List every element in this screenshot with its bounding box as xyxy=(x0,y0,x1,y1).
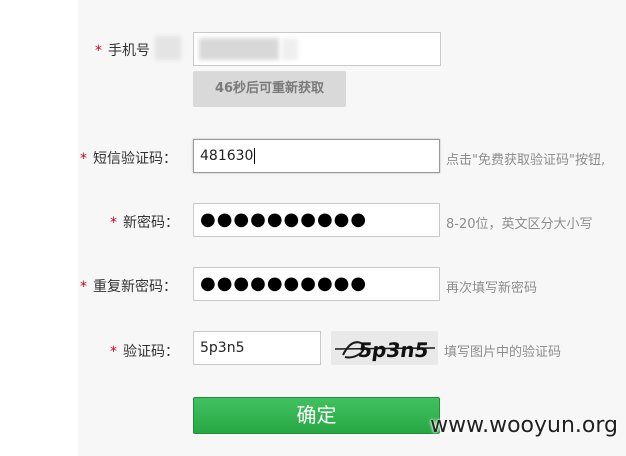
captcha-hint: 填写图片中的验证码 xyxy=(444,345,562,360)
required-star: * xyxy=(95,43,102,59)
left-margin xyxy=(0,0,78,456)
phone-redaction xyxy=(199,38,279,60)
phone-redaction-left xyxy=(155,36,181,60)
sms-code-input[interactable]: 481630 xyxy=(193,139,440,173)
sms-code-label: * 短信验证码： xyxy=(80,151,177,167)
sms-code-hint: 点击"免费获取验证码"按钮, xyxy=(446,153,606,168)
phone-redaction-tail xyxy=(282,38,298,60)
repeat-password-input[interactable]: ●●●●●●●●●● xyxy=(193,267,440,301)
confirm-button[interactable]: 确定 xyxy=(193,397,440,434)
password-reset-page: * 手机号 46秒后可重新获取 * 短信验证码： 481630 点击"免费获取验证码… xyxy=(0,0,626,456)
repeat-password-label: * 重复新密码： xyxy=(80,279,177,295)
repeat-password-hint: 再次填写新密码 xyxy=(446,281,538,296)
new-password-input[interactable]: ●●●●●●●●●● xyxy=(193,203,440,237)
captcha-text: 5p3n5 xyxy=(357,338,431,362)
resend-code-button[interactable]: 46秒后可重新获取 xyxy=(193,71,346,107)
captcha-input[interactable]: 5p3n5 xyxy=(193,331,321,365)
captcha-drawing: 5p3n5 xyxy=(334,338,436,362)
watermark: www.wooyun.org xyxy=(430,413,618,438)
phone-label: * 手机号 xyxy=(95,43,150,59)
captcha-image[interactable]: 5p3n5 xyxy=(331,331,438,365)
new-password-hint: 8-20位，英文区分大小写 xyxy=(446,217,593,232)
text-caret xyxy=(254,148,256,164)
captcha-label: * 验证码： xyxy=(110,344,179,360)
new-password-label: * 新密码： xyxy=(110,215,179,231)
